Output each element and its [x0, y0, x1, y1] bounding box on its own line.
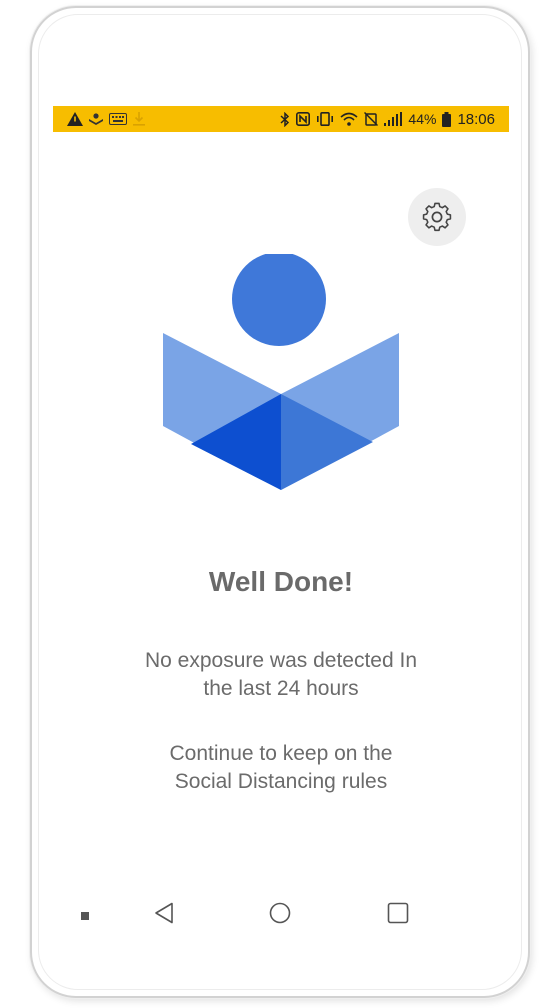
battery-percent: 44%: [408, 111, 437, 127]
app-logo: [163, 254, 399, 490]
settings-button[interactable]: [408, 188, 466, 246]
status-clock: 18:06: [457, 110, 495, 128]
nfc-icon: [296, 112, 311, 126]
gear-icon: [422, 202, 452, 232]
vibrate-icon: [317, 112, 334, 126]
logo-head-circle: [232, 254, 326, 346]
distancing-message-line2: Social Distancing rules: [174, 770, 388, 793]
exposure-message-line1: No exposure was detected In: [145, 649, 417, 672]
status-bar: 44% 18:06: [53, 106, 509, 132]
exposure-message-line2: the last 24 hours: [203, 677, 359, 700]
phone-screen-border: [38, 14, 522, 990]
signal-icon: [384, 112, 403, 126]
page-title: Well Done!: [208, 566, 354, 597]
distancing-message-line1: Continue to keep on the: [169, 742, 393, 765]
keyboard-icon: [109, 113, 127, 125]
distancing-message: Continue to keep on the Social Distancin…: [53, 740, 509, 796]
download-icon: [133, 112, 145, 126]
home-icon[interactable]: [269, 902, 291, 924]
status-bar-right: 44% 18:06: [280, 111, 495, 128]
alarm-off-icon: [364, 112, 379, 126]
status-bar-left: [67, 112, 145, 126]
app-notification-icon: [89, 113, 103, 125]
back-icon[interactable]: [154, 902, 174, 924]
wifi-icon: [340, 112, 358, 126]
phone-frame: [30, 6, 530, 998]
navigation-bar: [53, 896, 509, 936]
overview-icon[interactable]: [387, 902, 409, 924]
recents-dot-icon[interactable]: [81, 912, 89, 920]
bluetooth-icon: [280, 111, 290, 127]
exposure-message: No exposure was detected In the last 24 …: [53, 647, 509, 703]
warning-icon: [67, 112, 83, 126]
battery-icon: [442, 111, 452, 127]
